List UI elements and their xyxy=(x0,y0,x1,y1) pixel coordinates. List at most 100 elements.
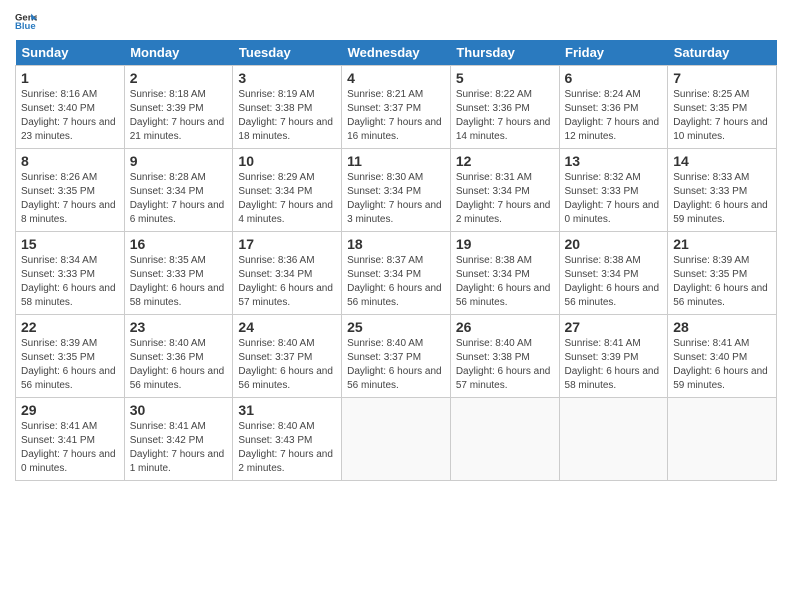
day-info: Sunrise: 8:38 AMSunset: 3:34 PMDaylight:… xyxy=(565,255,660,308)
day-info: Sunrise: 8:30 AMSunset: 3:34 PMDaylight:… xyxy=(347,172,442,225)
day-info: Sunrise: 8:37 AMSunset: 3:34 PMDaylight:… xyxy=(347,255,442,308)
calendar-table: SundayMondayTuesdayWednesdayThursdayFrid… xyxy=(15,40,777,481)
week-row-3: 15 Sunrise: 8:34 AMSunset: 3:33 PMDayligh… xyxy=(16,232,777,315)
week-row-2: 8Sunrise: 8:26 AMSunset: 3:35 PMDaylight… xyxy=(16,149,777,232)
day-info: Sunrise: 8:40 AMSunset: 3:36 PMDaylight:… xyxy=(130,338,225,391)
day-number: 15 xyxy=(21,236,119,252)
logo: General Blue xyxy=(15,10,37,32)
day-number: 2 xyxy=(130,70,228,86)
day-info: Sunrise: 8:24 AMSunset: 3:36 PMDaylight:… xyxy=(565,89,660,142)
day-number: 29 xyxy=(21,402,119,418)
calendar-cell: 15 Sunrise: 8:34 AMSunset: 3:33 PMDayligh… xyxy=(16,232,125,315)
day-info: Sunrise: 8:18 AMSunset: 3:39 PMDaylight:… xyxy=(130,89,225,142)
calendar-cell: 1Sunrise: 8:16 AMSunset: 3:40 PMDaylight… xyxy=(16,66,125,149)
calendar-cell: 9 Sunrise: 8:28 AMSunset: 3:34 PMDaylight… xyxy=(124,149,233,232)
calendar-cell: 21Sunrise: 8:39 AMSunset: 3:35 PMDayligh… xyxy=(668,232,777,315)
day-number: 13 xyxy=(565,153,663,169)
day-info: Sunrise: 8:33 AMSunset: 3:33 PMDaylight:… xyxy=(673,172,768,225)
calendar-cell: 31Sunrise: 8:40 AMSunset: 3:43 PMDayligh… xyxy=(233,398,342,481)
day-info: Sunrise: 8:41 AMSunset: 3:41 PMDaylight:… xyxy=(21,421,116,474)
calendar-header-row: SundayMondayTuesdayWednesdayThursdayFrid… xyxy=(16,40,777,66)
day-info: Sunrise: 8:39 AMSunset: 3:35 PMDaylight:… xyxy=(21,338,116,391)
day-info: Sunrise: 8:28 AMSunset: 3:34 PMDaylight:… xyxy=(130,172,225,225)
calendar-cell: 26 Sunrise: 8:40 AMSunset: 3:38 PMDayligh… xyxy=(450,315,559,398)
calendar-cell: 16 Sunrise: 8:35 AMSunset: 3:33 PMDayligh… xyxy=(124,232,233,315)
day-info: Sunrise: 8:36 AMSunset: 3:34 PMDaylight:… xyxy=(238,255,333,308)
day-info: Sunrise: 8:40 AMSunset: 3:43 PMDaylight:… xyxy=(238,421,333,474)
calendar-cell xyxy=(450,398,559,481)
calendar-cell: 8Sunrise: 8:26 AMSunset: 3:35 PMDaylight… xyxy=(16,149,125,232)
day-info: Sunrise: 8:41 AMSunset: 3:40 PMDaylight:… xyxy=(673,338,768,391)
calendar-cell: 22 Sunrise: 8:39 AMSunset: 3:35 PMDayligh… xyxy=(16,315,125,398)
calendar-cell xyxy=(668,398,777,481)
day-number: 23 xyxy=(130,319,228,335)
calendar-cell: 6Sunrise: 8:24 AMSunset: 3:36 PMDaylight… xyxy=(559,66,668,149)
calendar-cell: 13 Sunrise: 8:32 AMSunset: 3:33 PMDayligh… xyxy=(559,149,668,232)
col-header-friday: Friday xyxy=(559,40,668,66)
day-number: 10 xyxy=(238,153,336,169)
calendar-cell: 14 Sunrise: 8:33 AMSunset: 3:33 PMDayligh… xyxy=(668,149,777,232)
day-info: Sunrise: 8:40 AMSunset: 3:37 PMDaylight:… xyxy=(347,338,442,391)
day-number: 12 xyxy=(456,153,554,169)
day-info: Sunrise: 8:34 AMSunset: 3:33 PMDaylight:… xyxy=(21,255,116,308)
page-container: General Blue SundayMondayTuesdayWednesda… xyxy=(0,0,792,491)
day-info: Sunrise: 8:32 AMSunset: 3:33 PMDaylight:… xyxy=(565,172,660,225)
logo-icon: General Blue xyxy=(15,10,37,32)
calendar-cell: 23 Sunrise: 8:40 AMSunset: 3:36 PMDayligh… xyxy=(124,315,233,398)
day-number: 28 xyxy=(673,319,771,335)
day-info: Sunrise: 8:25 AMSunset: 3:35 PMDaylight:… xyxy=(673,89,768,142)
day-info: Sunrise: 8:22 AMSunset: 3:36 PMDaylight:… xyxy=(456,89,551,142)
calendar-cell: 10 Sunrise: 8:29 AMSunset: 3:34 PMDayligh… xyxy=(233,149,342,232)
calendar-cell: 2 Sunrise: 8:18 AMSunset: 3:39 PMDaylight… xyxy=(124,66,233,149)
day-info: Sunrise: 8:41 AMSunset: 3:39 PMDaylight:… xyxy=(565,338,660,391)
week-row-1: 1Sunrise: 8:16 AMSunset: 3:40 PMDaylight… xyxy=(16,66,777,149)
day-info: Sunrise: 8:31 AMSunset: 3:34 PMDaylight:… xyxy=(456,172,551,225)
day-info: Sunrise: 8:40 AMSunset: 3:38 PMDaylight:… xyxy=(456,338,551,391)
calendar-cell: 20 Sunrise: 8:38 AMSunset: 3:34 PMDayligh… xyxy=(559,232,668,315)
day-info: Sunrise: 8:26 AMSunset: 3:35 PMDaylight:… xyxy=(21,172,116,225)
col-header-wednesday: Wednesday xyxy=(342,40,451,66)
day-number: 19 xyxy=(456,236,554,252)
day-number: 5 xyxy=(456,70,554,86)
week-row-5: 29 Sunrise: 8:41 AMSunset: 3:41 PMDayligh… xyxy=(16,398,777,481)
calendar-cell: 18 Sunrise: 8:37 AMSunset: 3:34 PMDayligh… xyxy=(342,232,451,315)
calendar-cell xyxy=(559,398,668,481)
day-number: 27 xyxy=(565,319,663,335)
day-number: 14 xyxy=(673,153,771,169)
day-info: Sunrise: 8:21 AMSunset: 3:37 PMDaylight:… xyxy=(347,89,442,142)
day-number: 9 xyxy=(130,153,228,169)
col-header-tuesday: Tuesday xyxy=(233,40,342,66)
week-row-4: 22 Sunrise: 8:39 AMSunset: 3:35 PMDayligh… xyxy=(16,315,777,398)
day-info: Sunrise: 8:40 AMSunset: 3:37 PMDaylight:… xyxy=(238,338,333,391)
day-number: 24 xyxy=(238,319,336,335)
calendar-cell: 7 Sunrise: 8:25 AMSunset: 3:35 PMDaylight… xyxy=(668,66,777,149)
day-info: Sunrise: 8:39 AMSunset: 3:35 PMDaylight:… xyxy=(673,255,768,308)
day-info: Sunrise: 8:16 AMSunset: 3:40 PMDaylight:… xyxy=(21,89,116,142)
calendar-cell: 24 Sunrise: 8:40 AMSunset: 3:37 PMDayligh… xyxy=(233,315,342,398)
day-info: Sunrise: 8:38 AMSunset: 3:34 PMDaylight:… xyxy=(456,255,551,308)
calendar-cell: 3Sunrise: 8:19 AMSunset: 3:38 PMDaylight… xyxy=(233,66,342,149)
calendar-cell: 30Sunrise: 8:41 AMSunset: 3:42 PMDayligh… xyxy=(124,398,233,481)
day-number: 7 xyxy=(673,70,771,86)
calendar-cell: 28 Sunrise: 8:41 AMSunset: 3:40 PMDayligh… xyxy=(668,315,777,398)
calendar-cell: 29 Sunrise: 8:41 AMSunset: 3:41 PMDayligh… xyxy=(16,398,125,481)
col-header-thursday: Thursday xyxy=(450,40,559,66)
calendar-cell: 19 Sunrise: 8:38 AMSunset: 3:34 PMDayligh… xyxy=(450,232,559,315)
day-number: 26 xyxy=(456,319,554,335)
day-number: 3 xyxy=(238,70,336,86)
day-number: 22 xyxy=(21,319,119,335)
calendar-cell: 25 Sunrise: 8:40 AMSunset: 3:37 PMDayligh… xyxy=(342,315,451,398)
day-number: 25 xyxy=(347,319,445,335)
day-info: Sunrise: 8:41 AMSunset: 3:42 PMDaylight:… xyxy=(130,421,225,474)
day-info: Sunrise: 8:35 AMSunset: 3:33 PMDaylight:… xyxy=(130,255,225,308)
calendar-cell xyxy=(342,398,451,481)
day-number: 4 xyxy=(347,70,445,86)
day-number: 16 xyxy=(130,236,228,252)
day-number: 17 xyxy=(238,236,336,252)
day-number: 20 xyxy=(565,236,663,252)
day-number: 11 xyxy=(347,153,445,169)
day-number: 18 xyxy=(347,236,445,252)
calendar-cell: 5 Sunrise: 8:22 AMSunset: 3:36 PMDaylight… xyxy=(450,66,559,149)
day-info: Sunrise: 8:29 AMSunset: 3:34 PMDaylight:… xyxy=(238,172,333,225)
col-header-sunday: Sunday xyxy=(16,40,125,66)
